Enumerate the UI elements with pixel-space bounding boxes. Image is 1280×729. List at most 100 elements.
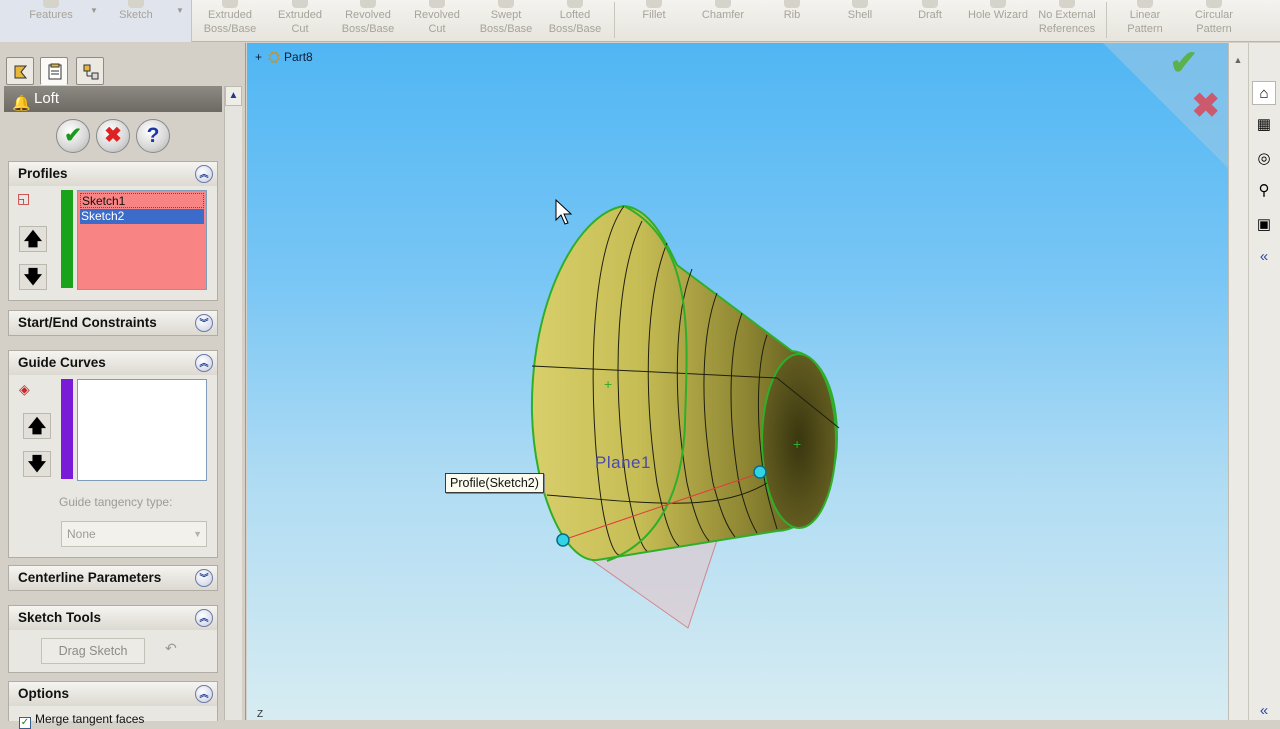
profiles-color-bar	[61, 190, 73, 288]
collapse-icon[interactable]: ︽	[195, 609, 213, 627]
collapse-icon[interactable]: ︽	[195, 354, 213, 372]
revolved-boss-button[interactable]: Revolved Boss/Base	[334, 0, 402, 42]
move-down-button[interactable]: 🡇	[19, 264, 47, 290]
sketch-tools-title: Sketch Tools	[18, 610, 102, 625]
start-end-constraints-header[interactable]: Start/End Constraints ︾	[9, 311, 217, 335]
extruded-boss-button[interactable]: Extruded Boss/Base	[196, 0, 264, 42]
revolved-cut-button[interactable]: Revolved Cut	[404, 0, 470, 42]
home-button[interactable]: ⌂	[1252, 81, 1276, 105]
toolbar-separator	[614, 2, 615, 38]
loft-title-bar: 🔔 Loft	[4, 86, 222, 112]
collapse-icon[interactable]: ︽	[195, 165, 213, 183]
list-item[interactable]: Sketch1	[80, 193, 204, 208]
extruded-cut-button[interactable]: Extruded Cut	[266, 0, 334, 42]
sketch2-connector-handle[interactable]	[753, 465, 767, 479]
profile-tooltip: Profile(Sketch2)	[445, 473, 544, 493]
start-end-constraints-section: Start/End Constraints ︾	[8, 310, 218, 336]
guide-curves-header[interactable]: Guide Curves ︽	[9, 351, 217, 375]
sweep-icon	[498, 0, 514, 8]
home-icon: ⌂	[1259, 85, 1269, 102]
sketch-tools-section: Sketch Tools ︽ Drag Sketch ↶	[8, 605, 218, 673]
no-external-references-button[interactable]: No External References	[1034, 0, 1100, 42]
profiles-section: Profiles ︽ ◱ 🡅 🡇 Sketch1 Sketch2	[8, 161, 218, 301]
collapse-pane-button[interactable]: «	[1252, 699, 1276, 723]
chamfer-button[interactable]: Chamfer	[690, 0, 756, 42]
file-explorer-icon: ◎	[1257, 150, 1271, 167]
merge-tangent-faces-checkbox[interactable]: ✓ Merge tangent faces	[19, 712, 144, 729]
search-icon: ⚲	[1258, 182, 1270, 199]
sketch-tools-header[interactable]: Sketch Tools ︽	[9, 606, 217, 630]
merge-tangent-faces-label: Merge tangent faces	[35, 712, 145, 726]
design-library-button[interactable]: ▦	[1252, 113, 1276, 137]
guide-curve-icon: ◈	[19, 381, 30, 397]
options-header[interactable]: Options ︽	[9, 682, 217, 706]
ok-button[interactable]: ✔	[56, 119, 90, 153]
viewport-scrollbar[interactable]: ▲	[1228, 43, 1248, 720]
sketch1-connector-handle[interactable]	[556, 533, 570, 547]
draft-icon	[922, 0, 938, 8]
rib-icon	[784, 0, 800, 8]
scroll-up-icon[interactable]: ▲	[1231, 55, 1245, 69]
circular-pattern-button[interactable]: Circular Pattern	[1180, 0, 1248, 42]
options-section: Options ︽ ✓ Merge tangent faces	[8, 681, 218, 729]
checkbox-checked-icon[interactable]: ✓	[19, 717, 31, 729]
options-title: Options	[18, 686, 69, 701]
profiles-list[interactable]: Sketch1 Sketch2	[77, 190, 207, 290]
linear-pattern-button[interactable]: Linear Pattern	[1114, 0, 1176, 42]
shell-button[interactable]: Shell	[830, 0, 890, 42]
swept-boss-button[interactable]: Swept Boss/Base	[472, 0, 540, 42]
graphics-area[interactable]: + ⛭ Part8 ✔ ✖ + + Plane1 Profile(Sketch2…	[247, 43, 1228, 720]
search-button[interactable]: ⚲	[1252, 179, 1276, 203]
property-manager-tab[interactable]	[40, 57, 68, 85]
expand-pane-button[interactable]: «	[1252, 245, 1276, 269]
help-button[interactable]: ?	[136, 119, 170, 153]
expand-icon[interactable]: ︾	[195, 314, 213, 332]
features-tab[interactable]: Features	[14, 0, 88, 42]
guide-move-up-button[interactable]: 🡅	[23, 413, 51, 439]
centerline-parameters-header[interactable]: Centerline Parameters ︾	[9, 566, 217, 590]
sketch-dropdown-icon[interactable]: ▼	[176, 6, 184, 15]
undo-icon[interactable]: ↶	[165, 640, 177, 657]
extrude-cut-icon	[292, 0, 308, 8]
linear-pattern-icon	[1137, 0, 1153, 8]
configuration-manager-tab[interactable]	[76, 57, 104, 85]
sketch-tab[interactable]: Sketch	[100, 0, 172, 42]
lofted-boss-button[interactable]: Lofted Boss/Base	[540, 0, 610, 42]
expand-icon[interactable]: ︾	[195, 569, 213, 587]
rib-button[interactable]: Rib	[762, 0, 822, 42]
mouse-cursor-icon	[555, 198, 573, 225]
toolbar-separator	[1106, 2, 1107, 38]
list-item[interactable]: Sketch2	[80, 209, 204, 224]
arrow-down-icon: 🡇	[27, 454, 47, 474]
arrow-up-icon: 🡅	[27, 416, 47, 436]
scroll-up-icon[interactable]: ▲	[225, 86, 242, 106]
loft-icon	[567, 0, 583, 8]
drag-sketch-button[interactable]: Drag Sketch	[41, 638, 145, 664]
loft-model[interactable]: + +	[247, 43, 1228, 720]
collapse-icon[interactable]: ︽	[195, 685, 213, 703]
centerline-title: Centerline Parameters	[18, 570, 162, 585]
profiles-header[interactable]: Profiles ︽	[9, 162, 217, 186]
view-palette-button[interactable]: ▣	[1252, 213, 1276, 237]
move-up-button[interactable]: 🡅	[19, 226, 47, 252]
start-end-title: Start/End Constraints	[18, 315, 157, 330]
fillet-button[interactable]: Fillet	[624, 0, 684, 42]
command-manager-toolbar: Features ▼ Sketch ▼ Extruded Boss/Base E…	[0, 0, 1280, 42]
guide-move-down-button[interactable]: 🡇	[23, 451, 51, 477]
file-explorer-button[interactable]: ◎	[1252, 147, 1276, 171]
guide-curves-list[interactable]	[77, 379, 207, 481]
toolbar-tab-group: Features ▼ Sketch ▼	[0, 0, 192, 42]
features-dropdown-icon[interactable]: ▼	[90, 6, 98, 15]
draft-button[interactable]: Draft	[900, 0, 960, 42]
double-chevron-left-icon: «	[1259, 702, 1269, 719]
guide-curves-section: Guide Curves ︽ ◈ 🡅 🡇 Guide tangency type…	[8, 350, 218, 558]
arrow-down-icon: 🡇	[23, 267, 43, 287]
task-pane: ⌂ ▦ ◎ ⚲ ▣ « «	[1248, 43, 1280, 720]
guide-tangency-select[interactable]: None ▼	[61, 521, 207, 547]
feature-tree-icon	[14, 65, 28, 79]
cancel-button[interactable]: ✖	[96, 119, 130, 153]
property-manager-scrollbar[interactable]: ▲	[224, 86, 242, 720]
feature-manager-tab[interactable]	[6, 57, 34, 85]
hole-wizard-button[interactable]: Hole Wizard	[962, 0, 1034, 42]
shell-icon	[852, 0, 868, 8]
